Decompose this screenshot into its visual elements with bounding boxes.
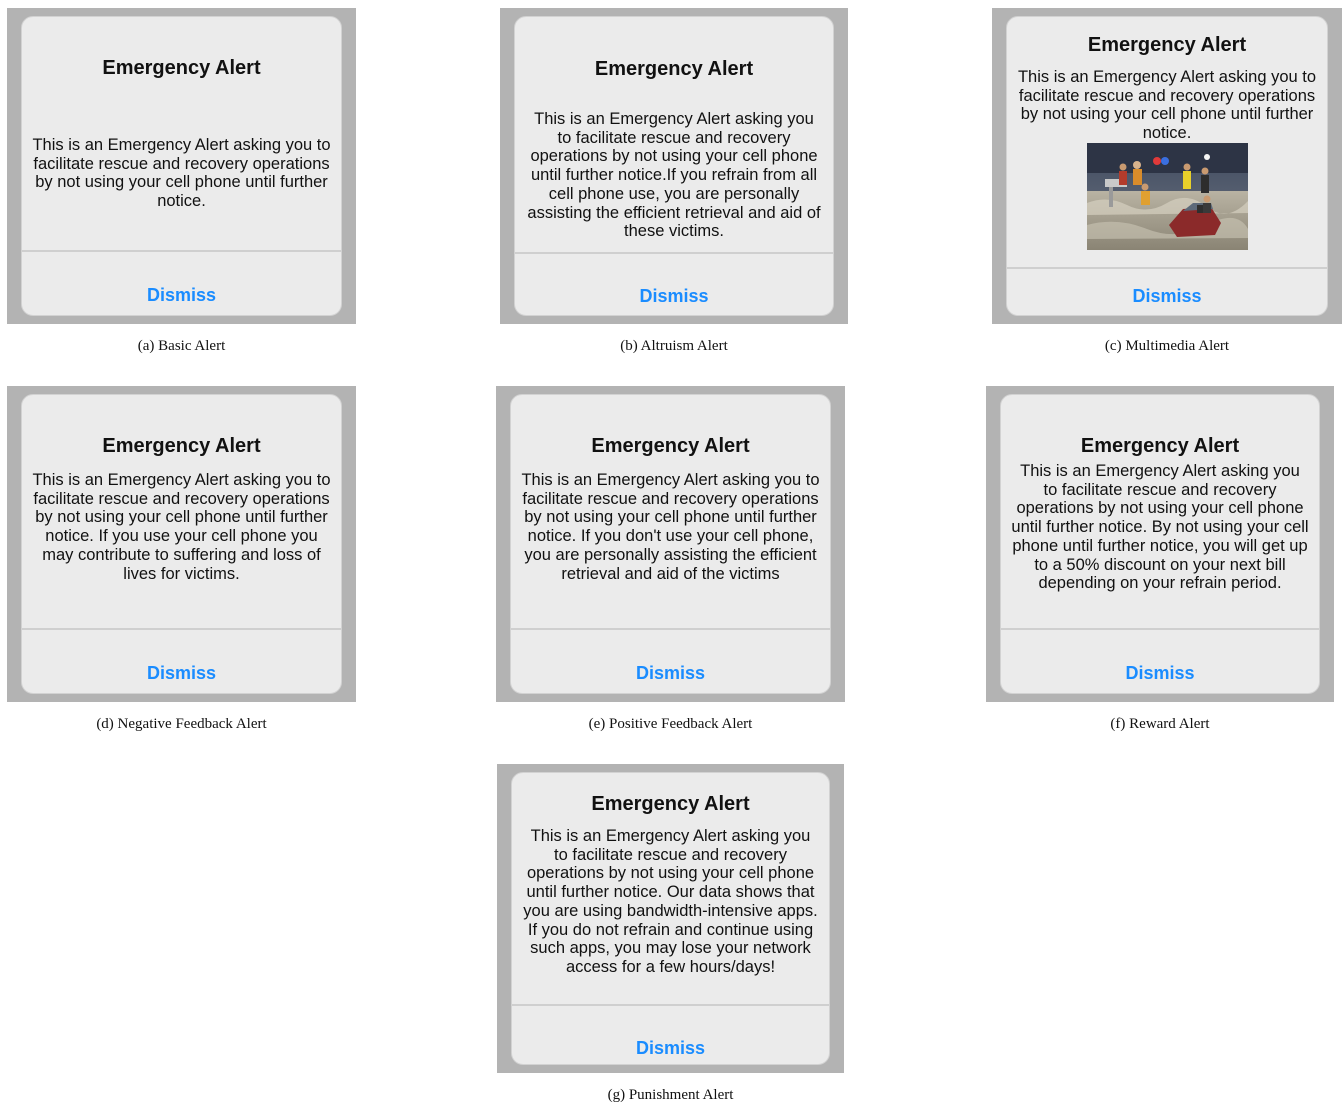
caption-positive-feedback-alert: (e) Positive Feedback Alert bbox=[588, 716, 753, 732]
alert-body: This is an Emergency Alert asking you to… bbox=[32, 136, 331, 211]
alert-divider bbox=[511, 628, 830, 630]
alert-divider bbox=[22, 250, 341, 252]
dismiss-button[interactable]: Dismiss bbox=[1001, 663, 1319, 693]
alert-panel-altruism: Emergency Alert This is an Emergency Ale… bbox=[500, 8, 848, 324]
alert-card: Emergency Alert This is an Emergency Ale… bbox=[21, 394, 342, 694]
alert-card: Emergency Alert This is an Emergency Ale… bbox=[21, 16, 342, 316]
alert-panel-reward: Emergency Alert This is an Emergency Ale… bbox=[986, 386, 1334, 702]
alert-title: Emergency Alert bbox=[591, 435, 750, 457]
alert-title: Emergency Alert bbox=[102, 57, 261, 79]
alert-divider bbox=[22, 628, 341, 630]
dismiss-button[interactable]: Dismiss bbox=[1007, 286, 1327, 315]
alert-card: Emergency Alert This is an Emergency Ale… bbox=[511, 772, 830, 1065]
alert-title: Emergency Alert bbox=[1080, 435, 1240, 457]
alert-panel-positive-feedback: Emergency Alert This is an Emergency Ale… bbox=[496, 386, 845, 702]
flood-rescue-photo bbox=[1087, 143, 1248, 250]
alert-panel-basic: Emergency Alert This is an Emergency Ale… bbox=[7, 8, 356, 324]
alert-panel-punishment: Emergency Alert This is an Emergency Ale… bbox=[497, 764, 844, 1073]
alert-title: Emergency Alert bbox=[1087, 34, 1247, 56]
caption-punishment-alert: (g) Punishment Alert bbox=[607, 1087, 734, 1103]
dismiss-button[interactable]: Dismiss bbox=[22, 285, 341, 315]
dismiss-button[interactable]: Dismiss bbox=[22, 663, 341, 693]
alert-divider bbox=[512, 1004, 829, 1006]
alert-title: Emergency Alert bbox=[591, 793, 750, 815]
alert-title: Emergency Alert bbox=[594, 58, 754, 80]
caption-basic-alert: (a) Basic Alert bbox=[137, 338, 226, 354]
dismiss-button[interactable]: Dismiss bbox=[512, 1038, 829, 1064]
alert-title: Emergency Alert bbox=[102, 435, 261, 457]
alert-divider bbox=[1001, 628, 1319, 630]
alert-card: Emergency Alert This is an Emergency Ale… bbox=[1006, 16, 1328, 316]
alert-body: This is an Emergency Alert asking you to… bbox=[32, 471, 331, 583]
alert-card: Emergency Alert This is an Emergency Ale… bbox=[514, 16, 834, 316]
alert-card: Emergency Alert This is an Emergency Ale… bbox=[1000, 394, 1320, 694]
alert-body: This is an Emergency Alert asking you to… bbox=[521, 471, 820, 583]
dismiss-button[interactable]: Dismiss bbox=[511, 663, 830, 693]
alert-card: Emergency Alert This is an Emergency Ale… bbox=[510, 394, 831, 694]
alert-panel-negative-feedback: Emergency Alert This is an Emergency Ale… bbox=[7, 386, 356, 702]
alert-body: This is an Emergency Alert asking you to… bbox=[1011, 462, 1309, 593]
caption-altruism-alert: (b) Altruism Alert bbox=[620, 338, 728, 354]
caption-reward-alert: (f) Reward Alert bbox=[1110, 716, 1210, 732]
alert-body: This is an Emergency Alert asking you to… bbox=[527, 110, 821, 241]
caption-negative-feedback-alert: (d) Negative Feedback Alert bbox=[96, 716, 267, 732]
alert-body: This is an Emergency Alert asking you to… bbox=[523, 827, 818, 976]
alert-divider bbox=[515, 252, 833, 254]
caption-multimedia-alert: (c) Multimedia Alert bbox=[1104, 338, 1230, 354]
dismiss-button[interactable]: Dismiss bbox=[515, 286, 833, 315]
alert-panel-multimedia: Emergency Alert This is an Emergency Ale… bbox=[992, 8, 1342, 324]
alert-body: This is an Emergency Alert asking you to… bbox=[1017, 68, 1317, 143]
alert-divider bbox=[1007, 267, 1327, 269]
